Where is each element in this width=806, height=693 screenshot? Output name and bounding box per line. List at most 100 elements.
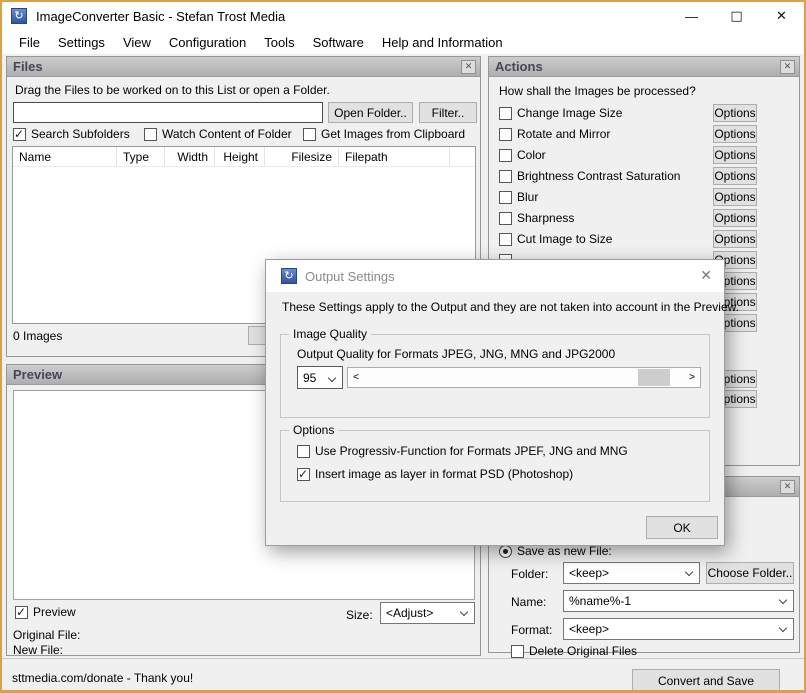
size-label: Size: xyxy=(346,608,373,622)
checkbox-icon: ✓ xyxy=(511,645,524,658)
check-icon: ✓ xyxy=(16,605,26,619)
checkbox-icon: ✓ xyxy=(499,170,512,183)
checkbox-icon: ✓ xyxy=(13,128,26,141)
menu-item-settings[interactable]: Settings xyxy=(49,32,114,53)
size-select[interactable]: <Adjust> xyxy=(380,602,475,624)
radio-icon xyxy=(499,545,512,558)
checkbox-icon: ✓ xyxy=(499,233,512,246)
menu-item-configuration[interactable]: Configuration xyxy=(160,32,255,53)
new-file-label: New File: xyxy=(13,643,63,657)
menu-item-file[interactable]: File xyxy=(10,32,49,53)
action-options-button[interactable]: Options xyxy=(713,146,757,164)
window-title: ImageConverter Basic - Stefan Trost Medi… xyxy=(36,9,285,24)
files-option-checkbox[interactable]: ✓Watch Content of Folder xyxy=(144,127,292,141)
title-bar: ↻ ImageConverter Basic - Stefan Trost Me… xyxy=(2,2,804,30)
status-text: sttmedia.com/donate - Thank you! xyxy=(12,671,193,685)
files-option-checkbox[interactable]: ✓Search Subfolders xyxy=(13,127,130,141)
column-header-name[interactable]: Name xyxy=(13,147,117,166)
actions-panel-header: Actions ✕ xyxy=(489,57,799,77)
column-header-filler xyxy=(450,147,475,166)
preview-checkbox[interactable]: ✓Preview xyxy=(15,605,76,619)
convert-and-save-button[interactable]: Convert and Save xyxy=(632,669,780,692)
folder-label: Folder: xyxy=(511,567,548,581)
folder-select[interactable]: <keep> xyxy=(563,562,700,584)
column-header-filepath[interactable]: Filepath xyxy=(339,147,450,166)
menu-item-tools[interactable]: Tools xyxy=(255,32,303,53)
menu-item-help-and-information[interactable]: Help and Information xyxy=(373,32,512,53)
action-checkbox-label: Cut Image to Size xyxy=(517,232,612,246)
action-checkbox[interactable]: ✓ Brightness Contrast Saturation xyxy=(499,169,680,183)
menu-item-view[interactable]: View xyxy=(114,32,160,53)
files-panel-header: Files ✕ xyxy=(7,57,480,77)
status-bar: sttmedia.com/donate - Thank you! Convert… xyxy=(2,658,804,690)
open-folder-button[interactable]: Open Folder.. xyxy=(328,102,413,123)
dialog-options-group-title: Options xyxy=(289,423,338,437)
quality-select[interactable]: 95 xyxy=(297,366,343,389)
action-checkbox[interactable]: ✓ Cut Image to Size xyxy=(499,232,612,246)
minimize-button[interactable]: — xyxy=(669,2,714,30)
column-header-height[interactable]: Height xyxy=(215,147,265,166)
checkbox-icon: ✓ xyxy=(499,191,512,204)
filter-button[interactable]: Filter.. xyxy=(419,102,477,123)
maximize-button[interactable]: □ xyxy=(714,2,759,30)
delete-original-checkbox[interactable]: ✓ Delete Original Files xyxy=(511,644,637,658)
files-option-checkbox[interactable]: ✓Get Images from Clipboard xyxy=(303,127,465,141)
dialog-option-checkbox-label: Use Progressiv-Function for Formats JPEF… xyxy=(315,444,628,458)
chevron-down-icon xyxy=(779,624,787,632)
column-header-width[interactable]: Width xyxy=(165,147,215,166)
action-options-button[interactable]: Options xyxy=(713,188,757,206)
dialog-title: Output Settings xyxy=(305,269,395,284)
action-checkbox-label: Rotate and Mirror xyxy=(517,127,610,141)
action-checkbox[interactable]: ✓ Sharpness xyxy=(499,211,574,225)
choose-folder-button[interactable]: Choose Folder.. xyxy=(706,562,794,584)
action-checkbox[interactable]: ✓Change Image Size xyxy=(499,106,622,120)
dialog-title-bar: ↻ Output Settings ✕ xyxy=(266,260,724,292)
action-checkbox-label: Brightness Contrast Saturation xyxy=(517,169,680,183)
checkbox-icon: ✓ xyxy=(144,128,157,141)
checkbox-icon: ✓ xyxy=(297,468,310,481)
action-options-button[interactable]: Options xyxy=(713,209,757,227)
saving-panel-close-icon[interactable]: ✕ xyxy=(780,480,795,494)
action-options-button[interactable]: Options xyxy=(713,104,757,122)
name-select-value: %name%-1 xyxy=(569,594,631,608)
action-checkbox[interactable]: ✓ Rotate and Mirror xyxy=(499,127,610,141)
checkbox-icon: ✓ xyxy=(499,212,512,225)
action-options-button[interactable]: Options xyxy=(713,125,757,143)
dialog-close-icon[interactable]: ✕ xyxy=(700,268,712,284)
save-as-new-file-label: Save as new File: xyxy=(517,544,612,558)
actions-panel-close-icon[interactable]: ✕ xyxy=(780,60,795,74)
files-hint-text: Drag the Files to be worked on to this L… xyxy=(15,83,330,97)
format-select[interactable]: <keep> xyxy=(563,618,794,640)
files-panel-close-icon[interactable]: ✕ xyxy=(461,60,476,74)
slider-left-arrow-icon[interactable]: < xyxy=(348,368,364,387)
action-checkbox-label: Change Image Size xyxy=(517,106,622,120)
app-window: ↻ ImageConverter Basic - Stefan Trost Me… xyxy=(0,0,806,693)
name-select[interactable]: %name%-1 xyxy=(563,590,794,612)
column-header-type[interactable]: Type xyxy=(117,147,165,166)
menu-item-software[interactable]: Software xyxy=(304,32,373,53)
save-as-new-file-radio[interactable]: Save as new File: xyxy=(499,544,612,558)
action-checkbox-label: Blur xyxy=(517,190,538,204)
action-checkbox-label: Sharpness xyxy=(517,211,574,225)
folder-path-input[interactable] xyxy=(13,102,323,123)
action-checkbox[interactable]: ✓ Blur xyxy=(499,190,538,204)
image-quality-group: Image Quality Output Quality for Formats… xyxy=(280,334,710,418)
check-icon: ✓ xyxy=(298,467,308,481)
action-options-button[interactable]: Options xyxy=(713,167,757,185)
checkbox-icon: ✓ xyxy=(15,606,28,619)
column-header-filesize[interactable]: Filesize xyxy=(265,147,339,166)
close-button[interactable]: ✕ xyxy=(759,2,804,30)
folder-select-value: <keep> xyxy=(569,566,609,580)
slider-right-arrow-icon[interactable]: > xyxy=(684,368,700,387)
ok-button[interactable]: OK xyxy=(646,516,718,539)
slider-thumb[interactable] xyxy=(638,369,670,386)
chevron-down-icon xyxy=(328,374,336,382)
dialog-option-checkbox[interactable]: ✓Insert image as layer in format PSD (Ph… xyxy=(297,467,573,481)
dialog-option-checkbox[interactable]: ✓Use Progressiv-Function for Formats JPE… xyxy=(297,444,628,458)
delete-original-checkbox-label: Delete Original Files xyxy=(529,644,637,658)
app-icon: ↻ xyxy=(11,8,27,24)
checkbox-icon: ✓ xyxy=(499,128,512,141)
quality-slider[interactable]: < > xyxy=(347,367,701,388)
action-options-button[interactable]: Options xyxy=(713,230,757,248)
action-checkbox[interactable]: ✓Color xyxy=(499,148,546,162)
